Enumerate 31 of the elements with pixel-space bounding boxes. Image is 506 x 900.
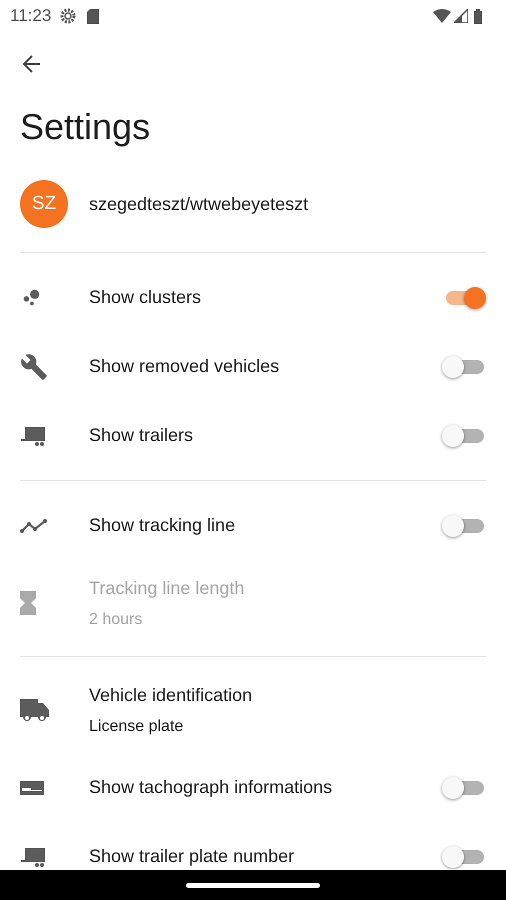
trailer-icon xyxy=(20,846,48,868)
setting-label: Show clusters xyxy=(89,286,202,309)
toggle-switch[interactable] xyxy=(440,354,486,378)
signal-icon xyxy=(454,9,468,23)
battery-icon xyxy=(474,8,482,24)
account-name: szegedteszt/wtwebeyeteszt xyxy=(89,192,308,216)
line-graph-icon xyxy=(20,518,48,534)
page-title: Settings xyxy=(20,109,150,145)
avatar: SZ xyxy=(20,180,68,228)
toggle-switch[interactable] xyxy=(440,424,486,448)
wrench-icon xyxy=(20,352,48,380)
setting-label: Show trailer plate number xyxy=(89,845,296,868)
truck-icon xyxy=(20,697,50,723)
setting-label: Show trailers xyxy=(89,424,194,447)
card-icon xyxy=(20,780,44,794)
toggle-switch[interactable] xyxy=(440,776,486,800)
setting-value: License plate xyxy=(89,716,184,736)
gear-icon xyxy=(59,7,78,25)
toggle-switch[interactable] xyxy=(440,514,486,538)
hourglass-icon xyxy=(20,591,36,615)
setting-label: Show tachograph informations xyxy=(89,776,334,799)
setting-label: Show tracking line xyxy=(89,514,236,537)
sd-card-icon xyxy=(87,8,100,24)
setting-label[interactable]: Vehicle identification xyxy=(89,682,486,708)
setting-value: 2 hours xyxy=(89,610,144,630)
setting-label: Show removed vehicles xyxy=(89,355,280,378)
trailer-icon xyxy=(20,424,48,446)
home-handle[interactable] xyxy=(186,882,320,888)
clock: 11:23 xyxy=(10,5,52,28)
wifi-icon xyxy=(433,9,451,23)
toggle-switch[interactable] xyxy=(440,844,486,868)
